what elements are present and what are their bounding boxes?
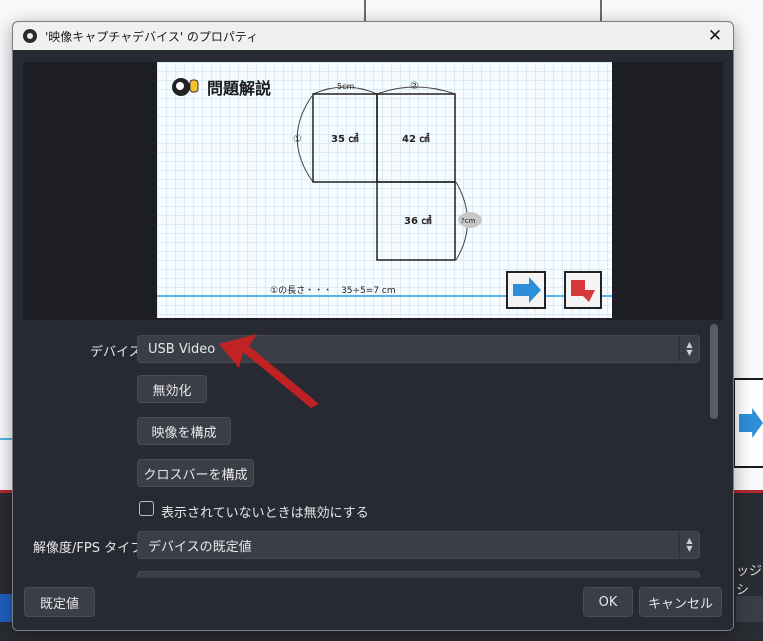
device-select-value: USB Video: [148, 341, 216, 357]
background-line: [0, 438, 12, 440]
annotation-arrow-icon: [219, 334, 319, 408]
deactivate-checkbox-label: 表示されていないときは無効にする: [161, 506, 369, 521]
resolution-select[interactable]: デバイスの既定値 ▲ ▼: [137, 531, 700, 559]
video-preview: 問題解説 5cm ② ① 35 ㎠ 42 ㎠ 36 ㎠ ?cm ①の長さ・・・ …: [157, 62, 612, 318]
background-right-field: [736, 596, 763, 622]
updown-chevron-icon: ▲ ▼: [679, 532, 699, 558]
obs-logo-icon: [23, 29, 37, 43]
next-arrow-icon: [506, 271, 546, 309]
background-left-tab: [0, 594, 12, 622]
footer: 既定値 OK キャンセル: [13, 578, 733, 630]
ok-button[interactable]: OK: [583, 587, 633, 617]
label-circle-2: ②: [410, 81, 419, 92]
preview-heading: 問題解説: [207, 79, 271, 98]
device-label: デバイス: [90, 345, 142, 360]
cell-42: 42 ㎠: [402, 132, 429, 145]
label-5cm: 5cm: [337, 82, 354, 91]
deactivate-checkbox[interactable]: [139, 501, 154, 516]
background-arrow-card: [733, 378, 763, 468]
title-bar: '映像キャプチャデバイス' のプロパティ ✕: [13, 22, 733, 50]
disable-button[interactable]: 無効化: [137, 375, 207, 403]
label-circle-1: ①: [293, 134, 302, 145]
resolution-select-value: デバイスの既定値: [148, 539, 252, 555]
cancel-button[interactable]: キャンセル: [639, 587, 722, 617]
mascot-icon: [172, 78, 199, 96]
preview-drawing: 問題解説 5cm ② ① 35 ㎠ 42 ㎠ 36 ㎠ ?cm ①の長さ・・・ …: [157, 78, 612, 309]
resolution-label: 解像度/FPS タイプ: [33, 541, 144, 556]
arrow-right-icon: [739, 408, 763, 438]
configure-crossbar-button[interactable]: クロスバーを構成: [137, 459, 254, 487]
close-button[interactable]: ✕: [697, 22, 733, 50]
label-unknown-cm: ?cm: [461, 217, 476, 225]
cell-35: 35 ㎠: [331, 132, 358, 145]
preview-area: 問題解説 5cm ② ① 35 ㎠ 42 ㎠ 36 ㎠ ?cm ①の長さ・・・ …: [23, 62, 723, 320]
formula-text: ①の長さ・・・ 35÷5=7 cm: [270, 285, 396, 296]
scrollbar-thumb[interactable]: [710, 324, 718, 419]
defaults-button[interactable]: 既定値: [24, 587, 95, 617]
cell-36: 36 ㎠: [404, 214, 431, 227]
dialog-title: '映像キャプチャデバイス' のプロパティ: [45, 29, 259, 44]
properties-dialog: '映像キャプチャデバイス' のプロパティ ✕ 問題解説 5cm ② ① 35 ㎠…: [12, 21, 734, 631]
background-right-text: ッジシ: [736, 564, 763, 598]
updown-chevron-icon: ▲ ▼: [679, 336, 699, 362]
configure-video-button[interactable]: 映像を構成: [137, 417, 231, 445]
return-arrow-icon: [564, 271, 602, 309]
